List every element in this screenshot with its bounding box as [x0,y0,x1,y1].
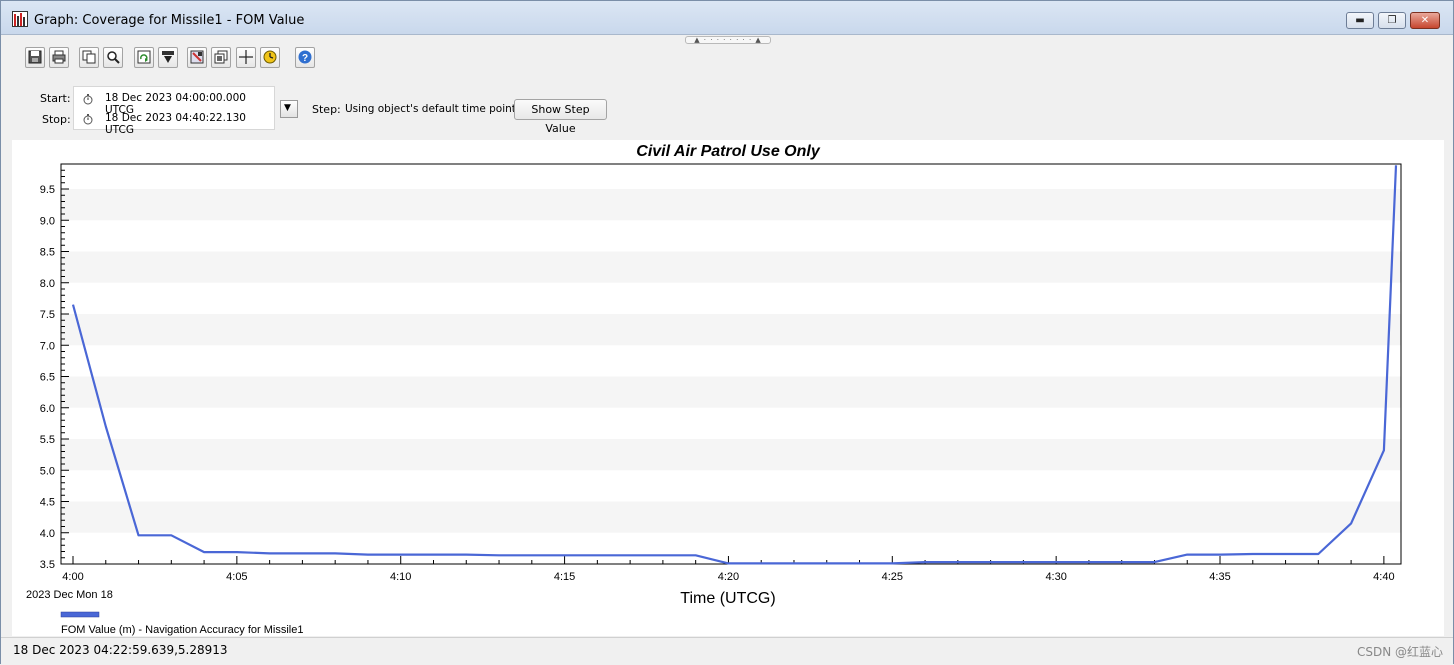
y-tick-label: 3.5 [40,559,55,571]
fom-chart[interactable]: Civil Air Patrol Use Only 3.5 4.0 4.5 5.0 5.… [12,140,1444,636]
x-tick-label: 4:25 [882,571,903,583]
x-axis: 4:00 4:05 4:10 4:15 4:20 4:25 4:30 4:35 4:40 [62,556,1395,583]
properties-icon [190,50,204,64]
cursor-readout: 18 Dec 2023 04:22:59.639,5.28913 [13,643,228,657]
step-label: Step: [312,103,341,116]
crosshair-icon [239,50,253,64]
chevron-down-icon: ▼ [284,103,291,113]
properties-button[interactable] [187,47,207,68]
minimize-button[interactable]: ▬ [1346,12,1374,29]
watermark: CSDN @红蓝心 [1356,645,1443,659]
help-button[interactable]: ? [295,47,315,68]
legend-swatch [60,611,100,618]
stop-label: Stop: [42,113,71,126]
data-icon [214,50,228,64]
zoom-icon [107,51,120,64]
print-button[interactable] [49,47,69,68]
toolbar-grip[interactable]: ▲ · · · · · · · · ▲ [685,36,771,44]
stop-clock-icon [83,114,93,125]
maximize-button[interactable]: ❐ [1378,12,1406,29]
y-tick-label: 7.0 [40,340,55,352]
x-tick-label: 4:10 [390,571,411,583]
copy-button[interactable] [79,47,99,68]
grid-band [61,189,1401,221]
export-icon [162,51,174,63]
save-icon [28,50,42,64]
step-value: Using object's default time points [345,103,522,115]
refresh-button[interactable] [134,47,154,68]
x-tick-label: 4:35 [1209,571,1230,583]
copy-icon [82,50,96,64]
grid-bands [61,189,1401,533]
y-tick-label: 5.0 [40,465,55,477]
x-tick-label: 4:00 [62,571,83,583]
x-tick-label: 4:15 [554,571,575,583]
x-tick-label: 4:20 [718,571,739,583]
chart-title: Civil Air Patrol Use Only [636,143,821,160]
graph-window: Graph: Coverage for Missile1 - FOM Value… [0,0,1454,665]
y-tick-label: 7.5 [40,309,55,321]
start-label: Start: [40,92,71,105]
close-icon: ✕ [1420,15,1430,26]
grid-band [61,439,1401,471]
help-icon: ? [298,50,312,64]
y-tick-label: 6.5 [40,372,55,384]
data-button[interactable] [211,47,231,68]
export-button[interactable] [158,47,178,68]
x-axis-label: Time (UTCG) [680,590,775,607]
toolbar-area: ▲ · · · · · · · · ▲ ? Start: Stop: 18 De… [1,35,1453,139]
x-date-label: 2023 Dec Mon 18 [26,589,113,601]
y-tick-label: 4.5 [40,497,55,509]
y-tick-label: 8.0 [40,278,55,290]
show-step-value-button[interactable]: Show Step Value [514,99,607,135]
y-tick-label: 6.0 [40,403,55,415]
y-tick-label: 9.5 [40,184,55,196]
graph-app-icon [12,11,28,27]
animation-button[interactable] [260,47,280,68]
grid-band [61,501,1401,533]
start-clock-icon [83,94,93,105]
time-range-panel[interactable]: 18 Dec 2023 04:00:00.000 UTCG 18 Dec 202… [73,86,275,136]
status-bar: 18 Dec 2023 04:22:59.639,5.28913 CSDN @红… [1,637,1453,665]
y-tick-label: 5.5 [40,434,55,446]
plot-area[interactable]: Civil Air Patrol Use Only 3.5 4.0 4.5 5.0 5.… [12,140,1444,636]
animation-icon [263,50,277,64]
legend-entry: FOM Value (m) - Navigation Accuracy for … [61,624,303,636]
x-tick-label: 4:30 [1045,571,1066,583]
grid-band [61,251,1401,283]
refresh-icon [137,50,151,64]
x-tick-label: 4:05 [226,571,247,583]
x-tick-label: 4:40 [1373,571,1394,583]
save-button[interactable] [25,47,45,68]
grid-band [61,314,1401,346]
y-tick-label: 8.5 [40,247,55,259]
svg-text:?: ? [302,53,308,64]
zoom-button[interactable] [103,47,123,68]
time-dropdown-button[interactable]: ▼ [280,100,298,118]
stop-time-value[interactable]: 18 Dec 2023 04:40:22.130 UTCG [105,112,274,136]
grid-band [61,376,1401,408]
minimize-icon: ▬ [1355,15,1365,26]
y-tick-label: 9.0 [40,215,55,227]
y-tick-label: 4.0 [40,528,55,540]
window-title: Graph: Coverage for Missile1 - FOM Value [34,13,305,28]
title-bar[interactable]: Graph: Coverage for Missile1 - FOM Value… [1,1,1453,35]
maximize-icon: ❐ [1387,15,1397,26]
print-icon [52,50,66,64]
close-button[interactable]: ✕ [1410,12,1440,29]
crosshair-button[interactable] [236,47,256,68]
